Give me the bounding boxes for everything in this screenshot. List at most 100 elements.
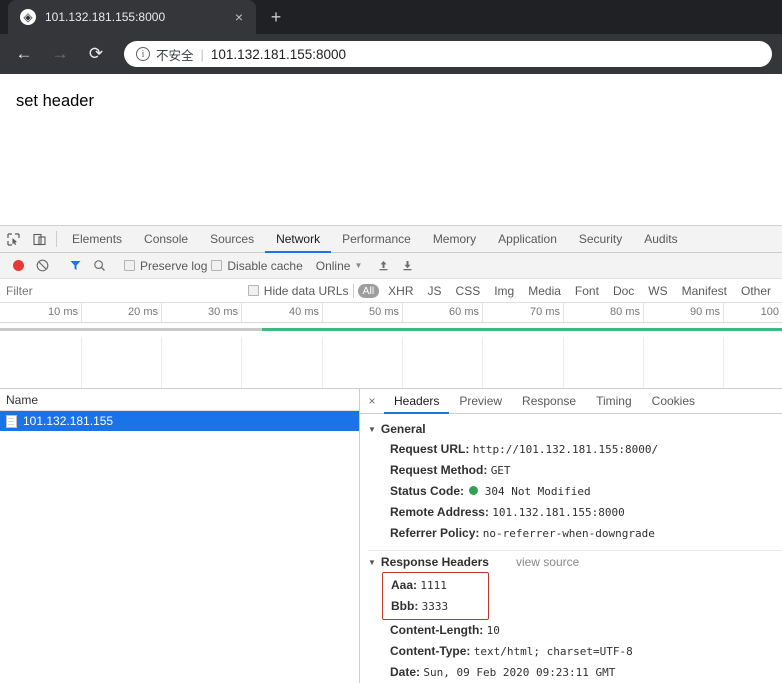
- highlight-annotation-box: Aaa: 1111 Bbb: 3333: [382, 572, 490, 620]
- type-filter-xhr[interactable]: XHR: [383, 283, 418, 299]
- tab-title: 101.132.181.155:8000: [45, 10, 166, 24]
- timeline-tick: 60 ms: [449, 306, 479, 318]
- type-filter-js[interactable]: JS: [423, 283, 447, 299]
- request-list-header[interactable]: Name: [0, 389, 359, 411]
- close-icon[interactable]: ×: [360, 389, 384, 413]
- timeline-tick: 20 ms: [128, 306, 158, 318]
- import-har-icon[interactable]: [371, 255, 395, 277]
- detail-tab-response[interactable]: Response: [512, 389, 586, 414]
- devtools-tab-performance[interactable]: Performance: [331, 226, 422, 253]
- header-row: Status Code: 304 Not Modified: [368, 481, 782, 502]
- address-separator: |: [200, 46, 204, 62]
- close-icon[interactable]: ×: [230, 8, 248, 26]
- header-name: Remote Address:: [390, 505, 489, 519]
- disable-cache-label: Disable cache: [227, 258, 303, 273]
- type-filter-font[interactable]: Font: [570, 283, 604, 299]
- url-text: 101.132.181.155:8000: [210, 46, 347, 62]
- type-filter-other[interactable]: Other: [736, 283, 776, 299]
- devtools-tab-security[interactable]: Security: [568, 226, 633, 253]
- back-icon[interactable]: ←: [10, 40, 38, 68]
- address-bar[interactable]: i 不安全 | 101.132.181.155:8000: [124, 41, 772, 67]
- timeline-tick: 10 ms: [48, 306, 78, 318]
- header-row: Content-Type: text/html; charset=UTF-8: [368, 641, 782, 662]
- new-tab-button[interactable]: +: [262, 3, 290, 31]
- type-filter-manifest[interactable]: Manifest: [677, 283, 732, 299]
- record-icon[interactable]: [6, 255, 30, 277]
- response-headers-title: Response Headers: [380, 555, 489, 569]
- header-name: Referrer Policy:: [390, 526, 480, 540]
- timeline-tick: 70 ms: [530, 306, 560, 318]
- resource-type-filters: All XHR JS CSS Img Media Font Doc WS Man…: [357, 283, 777, 299]
- preserve-log-checkbox[interactable]: Preserve log: [124, 259, 207, 273]
- inspect-element-icon[interactable]: [0, 226, 26, 252]
- export-har-icon[interactable]: [395, 255, 419, 277]
- header-name: Request Method:: [390, 463, 488, 477]
- detail-tab-cookies[interactable]: Cookies: [642, 389, 705, 414]
- hide-data-urls-checkbox[interactable]: Hide data URLs: [247, 284, 349, 298]
- clear-icon[interactable]: [30, 255, 54, 277]
- info-icon[interactable]: i: [136, 47, 150, 61]
- general-section-header[interactable]: ▼ General: [368, 422, 782, 436]
- header-name: Aaa:: [391, 578, 418, 592]
- overview-bar: [0, 323, 782, 337]
- devtools-tab-elements[interactable]: Elements: [61, 226, 133, 253]
- tab-strip: ◈ 101.132.181.155:8000 × +: [0, 0, 782, 34]
- detail-tab-headers[interactable]: Headers: [384, 389, 450, 414]
- toolbar-divider: [352, 283, 354, 298]
- devtools-tab-bar: Elements Console Sources Network Perform…: [0, 226, 782, 253]
- header-value: 1111: [420, 579, 447, 592]
- filter-input[interactable]: [6, 283, 244, 298]
- triangle-down-icon: ▼: [368, 424, 376, 434]
- network-split-pane: Name 101.132.181.155 × Headers Preview R…: [0, 389, 782, 683]
- device-toolbar-icon[interactable]: [26, 226, 52, 252]
- header-name: Date:: [390, 665, 421, 679]
- timeline-tick: 40 ms: [289, 306, 319, 318]
- header-name: Bbb:: [391, 599, 419, 613]
- section-divider: [368, 550, 782, 551]
- throttling-value: Online: [315, 258, 351, 273]
- headers-body: ▼ General Request URL: http://101.132.18…: [360, 414, 782, 683]
- omnibox-bar: ← → ⟳ i 不安全 | 101.132.181.155:8000: [0, 34, 782, 74]
- header-value: GET: [490, 464, 511, 477]
- type-filter-doc[interactable]: Doc: [608, 283, 639, 299]
- disable-cache-checkbox[interactable]: Disable cache: [211, 258, 303, 273]
- search-icon[interactable]: [87, 255, 111, 277]
- table-row[interactable]: 101.132.181.155: [0, 411, 359, 431]
- request-name: 101.132.181.155: [23, 414, 114, 428]
- devtools-tab-sources[interactable]: Sources: [199, 226, 265, 253]
- devtools-tab-memory[interactable]: Memory: [422, 226, 487, 253]
- network-toolbar: Preserve log Disable cache Online ▼: [0, 253, 782, 279]
- browser-tab[interactable]: ◈ 101.132.181.155:8000 ×: [8, 0, 256, 34]
- reload-icon[interactable]: ⟳: [82, 40, 110, 68]
- type-filter-css[interactable]: CSS: [451, 283, 486, 299]
- devtools-tab-application[interactable]: Application: [487, 226, 568, 253]
- overview-graph[interactable]: [0, 337, 782, 389]
- detail-tab-preview[interactable]: Preview: [449, 389, 512, 414]
- timeline-tick: 30 ms: [208, 306, 238, 318]
- request-detail-pane: × Headers Preview Response Timing Cookie…: [360, 389, 782, 683]
- devtools-tab-audits[interactable]: Audits: [633, 226, 688, 253]
- view-source-link[interactable]: view source: [516, 555, 579, 569]
- type-filter-media[interactable]: Media: [523, 283, 566, 299]
- type-filter-ws[interactable]: WS: [643, 283, 672, 299]
- header-row: Request URL: http://101.132.181.155:8000…: [368, 439, 782, 460]
- devtools-tab-network[interactable]: Network: [265, 226, 332, 253]
- header-value: http://101.132.181.155:8000/: [472, 443, 659, 456]
- header-value: text/html; charset=UTF-8: [473, 645, 633, 658]
- detail-tab-bar: × Headers Preview Response Timing Cookie…: [360, 389, 782, 414]
- header-row: Referrer Policy: no-referrer-when-downgr…: [368, 523, 782, 544]
- chevron-down-icon: ▼: [354, 261, 363, 270]
- timeline-tick: 80 ms: [610, 306, 640, 318]
- forward-icon[interactable]: →: [46, 40, 74, 68]
- throttling-dropdown[interactable]: Online ▼: [316, 259, 363, 273]
- triangle-down-icon: ▼: [368, 557, 376, 567]
- browser-chrome: ◈ 101.132.181.155:8000 × + ← → ⟳ i 不安全 |…: [0, 0, 782, 74]
- response-headers-section-header[interactable]: ▼ Response Headers view source: [368, 555, 782, 569]
- page-viewport: set header: [0, 74, 782, 226]
- devtools-tab-console[interactable]: Console: [133, 226, 199, 253]
- filter-funnel-icon[interactable]: [63, 255, 87, 277]
- type-filter-all[interactable]: All: [357, 283, 380, 298]
- header-value: 10: [486, 624, 500, 637]
- detail-tab-timing[interactable]: Timing: [586, 389, 642, 414]
- type-filter-img[interactable]: Img: [489, 283, 519, 299]
